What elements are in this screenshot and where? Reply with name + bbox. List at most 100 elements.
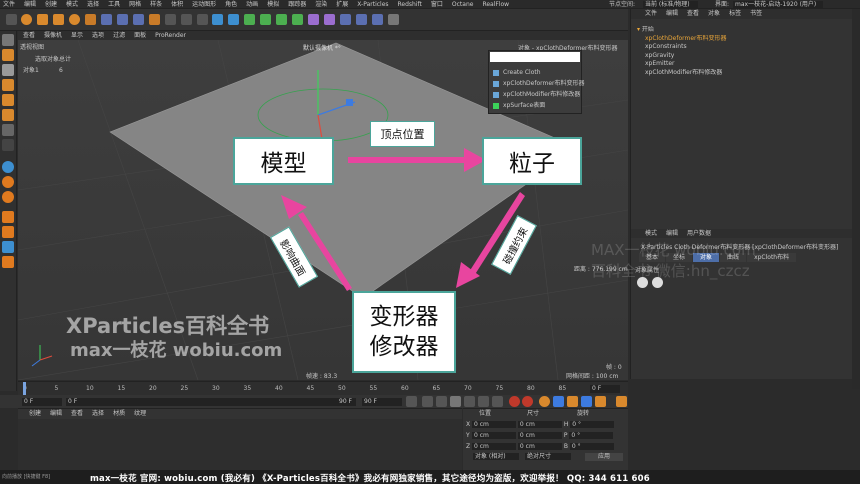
viewport-menu-panel[interactable]: 面板: [134, 32, 146, 39]
node-space-select[interactable]: 当前 (标准/物理): [643, 1, 698, 8]
tag-icon[interactable]: [355, 14, 367, 25]
timeline[interactable]: 051015202530354045505560657075808590 0 F: [18, 381, 628, 396]
field-icon[interactable]: [292, 14, 304, 25]
mm-menu-edit[interactable]: 编辑: [50, 410, 62, 417]
menu-simulate[interactable]: 模拟: [267, 1, 279, 8]
menu-spline[interactable]: 样条: [150, 1, 162, 8]
am-menu-edit[interactable]: 编辑: [666, 230, 678, 237]
light-icon[interactable]: [339, 14, 351, 25]
key-rotation-icon[interactable]: [580, 396, 592, 407]
menu-tools[interactable]: 工具: [108, 1, 120, 8]
rot-p-field[interactable]: 0 °: [569, 432, 614, 439]
menu-window[interactable]: 窗口: [431, 1, 443, 8]
prev-key-icon[interactable]: [421, 396, 433, 407]
grid-icon[interactable]: [2, 241, 14, 253]
pos-z-field[interactable]: 0 cm: [472, 443, 516, 450]
viewport-menu-display[interactable]: 显示: [71, 32, 83, 39]
scene-icon[interactable]: [308, 14, 320, 25]
scale-icon[interactable]: [53, 14, 65, 25]
rotate-icon[interactable]: [69, 14, 81, 25]
deformer-icon[interactable]: [276, 14, 288, 25]
subdivision-icon[interactable]: [244, 14, 256, 25]
camera-icon[interactable]: [323, 14, 335, 25]
menu-mograph[interactable]: 运动图形: [192, 1, 216, 8]
live-select-icon[interactable]: [21, 14, 33, 25]
keyframe-selection-icon[interactable]: [538, 396, 550, 407]
workplane-icon[interactable]: [2, 211, 14, 223]
menu-mode[interactable]: 模式: [66, 1, 78, 8]
mm-menu-texture[interactable]: 纹理: [134, 410, 146, 417]
object-row-cloth-deformer[interactable]: xpClothDeformer布料变形器: [637, 35, 852, 44]
rot-h-field[interactable]: 0 °: [570, 421, 615, 428]
snap-icon[interactable]: [2, 139, 14, 151]
interface-select[interactable]: max一枝花-启动-1920 (用户): [733, 1, 823, 8]
current-frame-field[interactable]: 0 F: [590, 385, 620, 393]
coord-mode-select[interactable]: 对象 (相对): [473, 453, 519, 460]
coordinate-system-icon[interactable]: [148, 14, 160, 25]
menu-character[interactable]: 角色: [225, 1, 237, 8]
popup-item-cloth-modifier[interactable]: xpClothModifier布料修改器: [489, 89, 581, 100]
solo-icon[interactable]: [2, 161, 14, 173]
size-y-field[interactable]: 0 cm: [517, 432, 562, 439]
om-menu-tag[interactable]: 标签: [729, 10, 741, 17]
menu-file[interactable]: 文件: [3, 1, 15, 8]
menu-volume[interactable]: 体积: [171, 1, 183, 8]
play-icon[interactable]: [449, 396, 461, 407]
bulb-icon[interactable]: [387, 14, 399, 25]
menu-octane[interactable]: Octane: [452, 1, 474, 8]
preview-end-field[interactable]: 90 F: [339, 398, 357, 406]
mm-menu-view[interactable]: 查看: [71, 410, 83, 417]
mm-menu-select[interactable]: 选择: [92, 410, 104, 417]
layout-icon[interactable]: [371, 14, 383, 25]
key-param-icon[interactable]: [594, 396, 606, 407]
record-icon[interactable]: [508, 396, 520, 407]
om-menu-view[interactable]: 查看: [687, 10, 699, 17]
texture-mode-icon[interactable]: [2, 64, 14, 76]
om-menu-file[interactable]: 文件: [645, 10, 657, 17]
goto-end-icon[interactable]: [491, 396, 503, 407]
timeline-layout-icon[interactable]: [615, 396, 627, 407]
size-z-field[interactable]: 0 cm: [517, 443, 562, 450]
om-menu-object[interactable]: 对象: [708, 10, 720, 17]
pos-y-field[interactable]: 0 cm: [472, 432, 516, 439]
apply-button[interactable]: 应用: [585, 453, 623, 461]
pos-x-field[interactable]: 0 cm: [472, 421, 516, 428]
next-key-icon[interactable]: [477, 396, 489, 407]
make-editable-icon[interactable]: [2, 34, 14, 46]
viewport-menu-options[interactable]: 选项: [92, 32, 104, 39]
polygons-mode-icon[interactable]: [2, 109, 14, 121]
menu-edit[interactable]: 编辑: [24, 1, 36, 8]
object-row-gravity[interactable]: xpGravity: [637, 52, 852, 61]
solo-hierarchy-icon[interactable]: [2, 176, 14, 188]
om-menu-bookmark[interactable]: 书签: [750, 10, 762, 17]
viewport-menu-prorender[interactable]: ProRender: [155, 32, 186, 39]
cloner-icon[interactable]: [260, 14, 272, 25]
edges-mode-icon[interactable]: [2, 94, 14, 106]
autokey-icon[interactable]: [521, 396, 533, 407]
am-menu-mode[interactable]: 模式: [645, 230, 657, 237]
points-mode-icon[interactable]: [2, 79, 14, 91]
goto-start-icon[interactable]: [405, 396, 417, 407]
pen-icon[interactable]: [228, 14, 240, 25]
size-mode-select[interactable]: 绝对尺寸: [525, 453, 571, 460]
menu-extensions[interactable]: 扩展: [336, 1, 348, 8]
object-row-constraints[interactable]: xpConstraints: [637, 43, 852, 52]
popup-item-create-cloth[interactable]: Create Cloth: [489, 67, 581, 78]
object-row-start[interactable]: ▾ 开始: [637, 26, 852, 35]
viewport-menu-filter[interactable]: 过滤: [113, 32, 125, 39]
menu-redshift[interactable]: Redshift: [398, 1, 422, 8]
render-view-icon[interactable]: [164, 14, 176, 25]
lock-workplane-icon[interactable]: [2, 226, 14, 238]
menu-animate[interactable]: 动画: [246, 1, 258, 8]
move-icon[interactable]: [37, 14, 49, 25]
viewport-menu-camera[interactable]: 摄像机: [44, 32, 62, 39]
popup-item-surface[interactable]: xpSurface表面: [489, 100, 581, 111]
key-scale-icon[interactable]: [566, 396, 578, 407]
size-x-field[interactable]: 0 cm: [517, 421, 562, 428]
undo-icon[interactable]: [5, 14, 17, 25]
rot-b-field[interactable]: 0 °: [569, 443, 614, 450]
quantize-icon[interactable]: [2, 256, 14, 268]
preview-start-field[interactable]: 0 F: [66, 398, 356, 406]
axis-mode-icon[interactable]: [2, 124, 14, 136]
mm-menu-material[interactable]: 材质: [113, 410, 125, 417]
